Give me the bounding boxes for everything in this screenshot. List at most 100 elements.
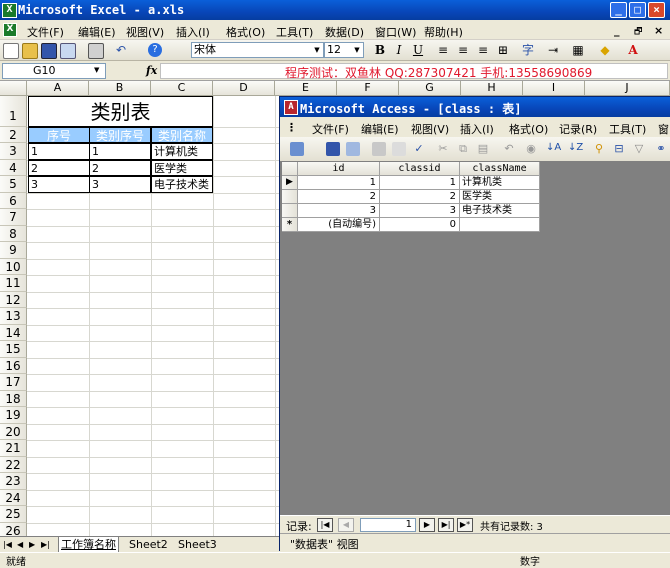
new-record-icon[interactable]: * xyxy=(282,218,298,232)
last-record-icon[interactable]: ▶| xyxy=(438,518,454,532)
data-cell[interactable]: 2 xyxy=(89,160,151,176)
sort-descending-icon[interactable]: ↓Z xyxy=(568,142,583,156)
phonetic-icon[interactable]: 字 xyxy=(520,43,536,58)
minimize-button[interactable]: _ xyxy=(610,2,627,18)
view-icon[interactable] xyxy=(290,142,304,156)
row-header[interactable]: 19 xyxy=(0,407,27,424)
new-icon[interactable] xyxy=(3,43,19,59)
acc-menu-format[interactable]: 格式(O) xyxy=(509,121,548,137)
acc-menu-records[interactable]: 记录(R) xyxy=(559,121,597,137)
paste-icon[interactable]: ▤ xyxy=(476,142,490,156)
column-header[interactable]: C xyxy=(151,81,213,96)
doc-minimize-icon[interactable]: _ xyxy=(614,24,620,37)
row-header[interactable]: 18 xyxy=(0,391,27,407)
save-icon[interactable] xyxy=(326,142,340,156)
undo-icon[interactable]: ↶ xyxy=(114,43,128,57)
indent-icon[interactable]: ⇥ xyxy=(545,43,561,58)
italic-button[interactable]: I xyxy=(391,43,407,58)
align-left-icon[interactable]: ≡ xyxy=(435,43,451,58)
align-center-icon[interactable]: ≡ xyxy=(455,43,471,58)
menu-window[interactable]: 窗口(W) xyxy=(375,24,416,40)
column-header[interactable]: D xyxy=(213,81,275,96)
sort-ascending-icon[interactable]: ↓A xyxy=(546,142,561,156)
record-selector[interactable] xyxy=(282,204,298,218)
workbook-icon[interactable]: X xyxy=(3,23,17,37)
table-cell[interactable]: 2 xyxy=(298,190,380,204)
data-cell[interactable]: 计算机类 xyxy=(151,143,213,160)
hyperlink-icon[interactable]: ◉ xyxy=(524,142,538,156)
new-record-button-icon[interactable]: ▶* xyxy=(457,518,473,532)
row-header[interactable]: 4 xyxy=(0,160,27,176)
row-header[interactable]: 10 xyxy=(0,259,27,275)
acc-menu-view[interactable]: 视图(V) xyxy=(411,121,449,137)
header-cell[interactable]: 序号 xyxy=(28,127,90,143)
row-header[interactable]: 7 xyxy=(0,209,27,226)
current-record-input[interactable]: 1 xyxy=(360,518,416,532)
row-header[interactable]: 20 xyxy=(0,424,27,440)
menu-tools[interactable]: 工具(T) xyxy=(276,24,313,40)
menu-edit[interactable]: 编辑(E) xyxy=(78,24,116,40)
column-header[interactable]: H xyxy=(461,81,523,96)
menu-file[interactable]: 文件(F) xyxy=(27,24,64,40)
row-header[interactable]: 16 xyxy=(0,358,27,374)
chevron-down-icon[interactable]: ▼ xyxy=(94,66,99,74)
name-box[interactable]: G10 xyxy=(2,63,106,79)
menu-help[interactable]: 帮助(H) xyxy=(424,24,463,40)
row-header[interactable]: 9 xyxy=(0,242,27,259)
permission-icon[interactable] xyxy=(60,43,76,59)
column-header[interactable]: F xyxy=(337,81,399,96)
data-cell[interactable]: 3 xyxy=(28,176,90,193)
acc-menu-window[interactable]: 窗 xyxy=(658,121,669,137)
record-selector-current-icon[interactable]: ▶ xyxy=(282,176,298,190)
spelling-icon[interactable]: ✓ xyxy=(412,142,426,156)
apply-filter-icon[interactable]: ▽ xyxy=(632,142,646,156)
table-cell[interactable]: 医学类 xyxy=(460,190,540,204)
acc-menu-edit[interactable]: 编辑(E) xyxy=(361,121,399,137)
menu-format[interactable]: 格式(O) xyxy=(226,24,265,40)
table-cell[interactable]: 3 xyxy=(298,204,380,218)
last-sheet-icon[interactable]: ▶| xyxy=(41,540,50,549)
acc-menu-insert[interactable]: 插入(I) xyxy=(460,121,494,137)
row-header[interactable]: 26 xyxy=(0,523,27,536)
column-header-classname[interactable]: className xyxy=(460,162,540,176)
merge-center-icon[interactable]: ⊞ xyxy=(495,43,511,58)
row-header[interactable]: 15 xyxy=(0,341,27,358)
font-name-select[interactable]: 宋体 ▼ xyxy=(191,42,324,58)
row-header[interactable]: 22 xyxy=(0,457,27,473)
table-cell[interactable]: 计算机类 xyxy=(460,176,540,190)
prev-sheet-icon[interactable]: ◀ xyxy=(17,540,23,549)
row-header[interactable]: 6 xyxy=(0,193,27,209)
table-title-cell[interactable]: 类别表 xyxy=(28,96,213,127)
row-header[interactable]: 17 xyxy=(0,374,27,391)
menu-insert[interactable]: 插入(I) xyxy=(176,24,210,40)
data-cell[interactable]: 1 xyxy=(28,143,90,160)
table-cell[interactable]: 电子技术类 xyxy=(460,204,540,218)
table-cell[interactable]: 1 xyxy=(298,176,380,190)
select-all-corner[interactable] xyxy=(0,81,27,96)
next-sheet-icon[interactable]: ▶ xyxy=(29,540,35,549)
column-header-classid[interactable]: classid xyxy=(380,162,460,176)
help-icon[interactable]: ? xyxy=(148,43,162,57)
row-header[interactable]: 14 xyxy=(0,325,27,341)
column-header[interactable]: G xyxy=(399,81,461,96)
column-header[interactable]: J xyxy=(585,81,670,96)
new-row-cell[interactable] xyxy=(460,218,540,232)
acc-menu-tools[interactable]: 工具(T) xyxy=(609,121,646,137)
save-icon[interactable] xyxy=(41,43,57,59)
table-cell[interactable]: 2 xyxy=(380,190,460,204)
row-header[interactable]: 25 xyxy=(0,506,27,523)
column-header[interactable]: E xyxy=(275,81,337,96)
row-header[interactable]: 8 xyxy=(0,226,27,242)
insert-function-icon[interactable]: fx xyxy=(146,64,157,77)
copy-icon[interactable]: ⧉ xyxy=(456,142,470,156)
new-row-cell[interactable]: (自动编号) xyxy=(298,218,380,232)
chevron-down-icon[interactable]: ▼ xyxy=(312,44,322,56)
column-header-id[interactable]: id xyxy=(298,162,380,176)
acc-menu-file[interactable]: 文件(F) xyxy=(312,121,349,137)
filter-by-form-icon[interactable]: ⊟ xyxy=(612,142,626,156)
row-header[interactable]: 23 xyxy=(0,473,27,490)
access-app-icon[interactable]: A xyxy=(284,100,298,115)
open-icon[interactable] xyxy=(22,43,38,59)
row-header[interactable]: 3 xyxy=(0,143,27,160)
column-header[interactable]: A xyxy=(27,81,89,96)
